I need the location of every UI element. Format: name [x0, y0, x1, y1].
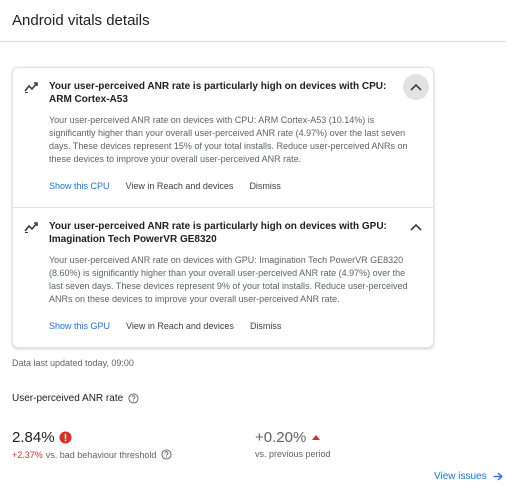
arrow-up-icon [312, 435, 321, 440]
view-issues-label: View issues [434, 471, 487, 482]
metric-label-row: User-perceived ANR rate [12, 393, 139, 404]
card-actions: Show this GPU View in Reach and devices … [49, 321, 297, 331]
card-body: Your user-perceived ANR rate on devices … [49, 255, 408, 304]
metric-label: User-perceived ANR rate [12, 393, 124, 404]
card-actions: Show this CPU View in Reach and devices … [49, 181, 297, 191]
threshold-delta-value: +2.37% [12, 449, 43, 460]
period-change: +0.20% [255, 429, 321, 446]
trending-up-icon [24, 82, 38, 93]
collapse-button[interactable] [403, 74, 429, 100]
anr-rate-value: 2.84% [12, 429, 55, 446]
data-updated-text: Data last updated today, 09:00 [12, 358, 134, 368]
collapse-button[interactable] [403, 214, 429, 240]
show-cpu-link[interactable]: Show this CPU [49, 181, 110, 191]
view-reach-devices-link[interactable]: View in Reach and devices [126, 181, 234, 191]
page-title: Android vitals details [12, 12, 150, 29]
help-icon[interactable] [128, 393, 139, 404]
card-body: Your user-perceived ANR rate on devices … [49, 115, 408, 164]
insight-card-cpu: Your user-perceived ANR rate is particul… [13, 68, 433, 208]
show-gpu-link[interactable]: Show this GPU [49, 321, 110, 331]
chevron-up-icon [410, 223, 422, 231]
view-issues-link[interactable]: View issues [434, 471, 503, 482]
period-change-label: vs. previous period [255, 449, 331, 459]
metric-value: 2.84% [12, 429, 72, 446]
card-title: Your user-perceived ANR rate is particul… [49, 81, 387, 105]
dismiss-button[interactable]: Dismiss [250, 321, 282, 331]
chevron-up-icon [410, 83, 422, 91]
page-header: Android vitals details [0, 0, 506, 42]
arrow-right-icon [493, 472, 503, 481]
view-reach-devices-link[interactable]: View in Reach and devices [126, 321, 234, 331]
metric-threshold-delta: +2.37% vs. bad behaviour threshold [12, 449, 172, 460]
help-icon[interactable] [161, 449, 172, 460]
period-change-value: +0.20% [255, 429, 307, 446]
insight-cards: Your user-perceived ANR rate is particul… [12, 67, 434, 348]
trending-up-icon [24, 222, 38, 233]
insight-card-gpu: Your user-perceived ANR rate is particul… [13, 208, 433, 348]
header-divider [0, 41, 506, 42]
threshold-delta-label: vs. bad behaviour threshold [45, 449, 157, 460]
error-icon [59, 431, 72, 444]
dismiss-button[interactable]: Dismiss [249, 181, 281, 191]
card-title: Your user-perceived ANR rate is particul… [49, 221, 387, 245]
